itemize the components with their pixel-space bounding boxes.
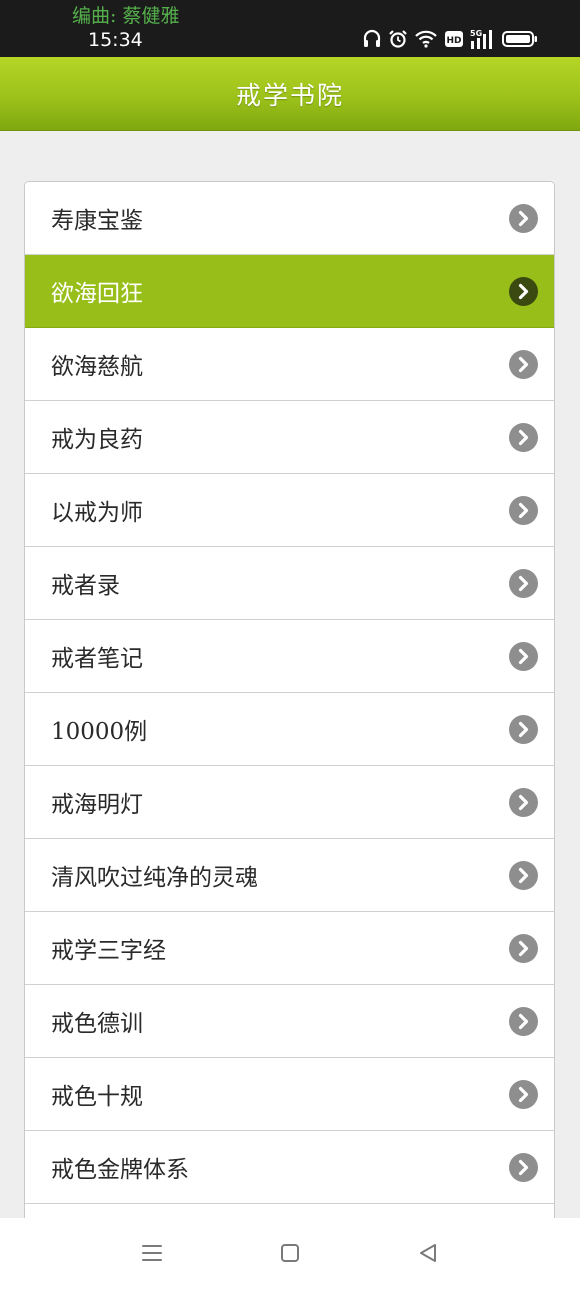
- list-item-label: 戒色金牌体系: [51, 1157, 189, 1183]
- home-icon[interactable]: [275, 1238, 305, 1268]
- book-list[interactable]: 寿康宝鉴 欲海回狂 欲海慈航 戒为良药 以戒为师 戒者录 戒者笔记 10000例…: [24, 181, 555, 1242]
- chevron-right-icon: [509, 1080, 538, 1109]
- list-item[interactable]: 10000例: [25, 693, 554, 766]
- list-item-label: 以戒为师: [51, 500, 143, 526]
- list-item-label: 欲海回狂: [51, 281, 143, 307]
- back-icon[interactable]: [413, 1238, 443, 1268]
- list-item[interactable]: 戒为良药: [25, 401, 554, 474]
- chevron-right-icon: [509, 350, 538, 379]
- list-item[interactable]: 寿康宝鉴: [25, 182, 554, 255]
- chevron-right-icon: [509, 715, 538, 744]
- menu-icon[interactable]: [137, 1238, 167, 1268]
- status-bar: 编曲: 蔡健雅 15:34 HD 5G: [0, 0, 580, 57]
- chevron-right-icon: [509, 496, 538, 525]
- list-item[interactable]: 戒海明灯: [25, 766, 554, 839]
- list-item-label: 戒色德训: [51, 1011, 143, 1037]
- status-time: 15:34: [88, 29, 143, 51]
- alarm-icon: [388, 29, 408, 49]
- signal-5g-icon: 5G: [470, 28, 496, 50]
- list-item-label: 戒学三字经: [51, 938, 166, 964]
- list-item-label: 戒色十规: [51, 1084, 143, 1110]
- chevron-right-icon: [509, 788, 538, 817]
- list-item[interactable]: 欲海回狂: [25, 255, 554, 328]
- list-item[interactable]: 戒学三字经: [25, 912, 554, 985]
- list-item[interactable]: 戒色德训: [25, 985, 554, 1058]
- svg-text:5G: 5G: [470, 29, 482, 38]
- chevron-right-icon: [509, 204, 538, 233]
- list-item[interactable]: 以戒为师: [25, 474, 554, 547]
- chevron-right-icon: [509, 642, 538, 671]
- status-icons: HD 5G: [362, 27, 538, 51]
- chevron-right-icon: [509, 861, 538, 890]
- headphones-icon: [362, 29, 382, 49]
- list-item-label: 戒者录: [51, 573, 120, 599]
- svg-text:HD: HD: [446, 36, 461, 46]
- list-item[interactable]: 戒色金牌体系: [25, 1131, 554, 1204]
- list-item[interactable]: 戒者录: [25, 547, 554, 620]
- list-item-label: 戒者笔记: [51, 646, 143, 672]
- list-item-label: 10000例: [51, 719, 148, 745]
- list-item[interactable]: 戒色十规: [25, 1058, 554, 1131]
- chevron-right-icon: [509, 1007, 538, 1036]
- list-item-label: 清风吹过纯净的灵魂: [51, 865, 258, 891]
- list-item[interactable]: 清风吹过纯净的灵魂: [25, 839, 554, 912]
- list-item[interactable]: 戒者笔记: [25, 620, 554, 693]
- chevron-right-icon: [509, 423, 538, 452]
- watermark-text: 编曲: 蔡健雅: [72, 5, 180, 27]
- list-item-label: 戒为良药: [51, 427, 143, 453]
- chevron-right-icon: [509, 277, 538, 306]
- list-item-label: 戒海明灯: [51, 792, 143, 818]
- list-item[interactable]: 欲海慈航: [25, 328, 554, 401]
- wifi-icon: [414, 29, 438, 49]
- app-header: 戒学书院: [0, 57, 580, 131]
- chevron-right-icon: [509, 569, 538, 598]
- page-title: 戒学书院: [235, 80, 344, 110]
- chevron-right-icon: [509, 1153, 538, 1182]
- list-item-label: 寿康宝鉴: [51, 208, 143, 234]
- chevron-right-icon: [509, 934, 538, 963]
- list-item-label: 欲海慈航: [51, 354, 143, 380]
- system-nav-bar: [0, 1218, 580, 1289]
- hd-icon: HD: [444, 30, 464, 48]
- battery-icon: [502, 30, 538, 48]
